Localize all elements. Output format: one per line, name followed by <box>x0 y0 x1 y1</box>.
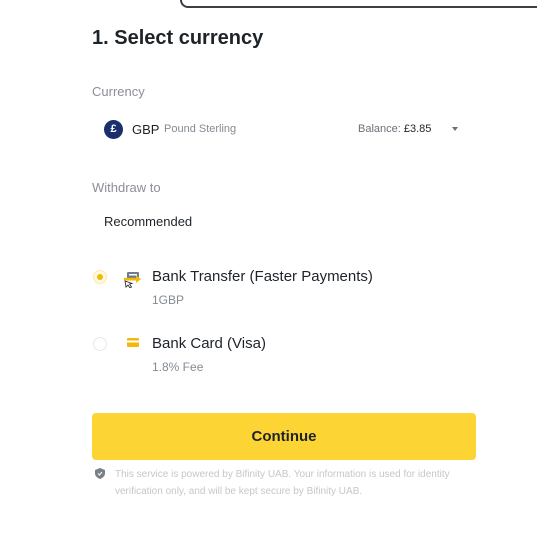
security-notice-text: This service is powered by Bifinity UAB.… <box>115 469 450 497</box>
card-icon <box>127 338 139 347</box>
bank-transfer-fee: 1GBP <box>152 293 185 307</box>
currency-name: Pound Sterling <box>164 123 237 135</box>
balance-value: £3.85 <box>403 123 432 135</box>
currency-code: GBP <box>132 122 160 137</box>
option-bank-transfer[interactable]: Bank Transfer (Faster Payments) 1GBP <box>90 268 470 316</box>
bank-transfer-title: Bank Transfer (Faster Payments) <box>152 268 373 285</box>
page-title: 1. Select currency <box>92 27 264 49</box>
bank-card-fee: 1.8% Fee <box>152 360 204 374</box>
option-bank-card[interactable]: Bank Card (Visa) 1.8% Fee <box>90 335 470 383</box>
bank-transfer-icon <box>124 272 141 288</box>
window-frame-edge <box>180 0 537 8</box>
currency-balance: Balance: £3.85 <box>358 123 431 135</box>
balance-label: Balance: <box>358 123 401 135</box>
shield-icon <box>95 468 105 479</box>
pound-coin-icon: £ <box>104 120 123 139</box>
bank-card-title: Bank Card (Visa) <box>152 335 266 352</box>
continue-button[interactable]: Continue <box>92 413 476 460</box>
chevron-down-icon[interactable] <box>452 127 458 131</box>
withdraw-page: 1. Select currency Currency £ GBP Pound … <box>0 0 537 555</box>
bank-transfer-radio[interactable] <box>93 270 107 284</box>
withdraw-section-label: Withdraw to <box>92 180 161 195</box>
currency-section-label: Currency <box>92 84 145 99</box>
bank-card-radio[interactable] <box>93 337 107 351</box>
recommended-label: Recommended <box>104 214 193 229</box>
currency-selector[interactable]: £ GBP Pound Sterling Balance: £3.85 <box>104 119 464 141</box>
